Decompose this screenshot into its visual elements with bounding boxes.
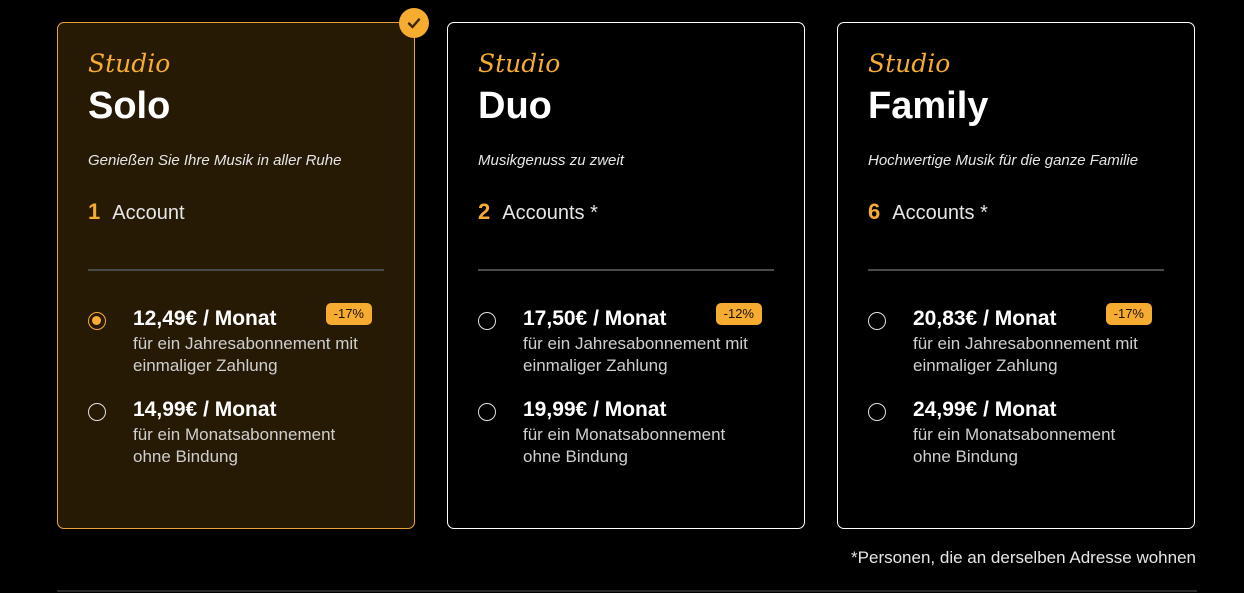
price-option-yearly[interactable]: 20,83€ / Monat für ein Jahresabonnement …: [868, 303, 1164, 386]
option-price: 24,99€ / Monat: [913, 398, 1057, 421]
account-label: Accounts *: [502, 202, 598, 224]
option-description: für ein Monatsabonnement ohne Bindung: [913, 425, 1116, 466]
plan-brand: Studio: [868, 49, 951, 78]
plan-card-family[interactable]: Studio Family Hochwertige Musik für die …: [837, 22, 1195, 529]
plan-accounts: 1 Account: [88, 199, 185, 224]
plan-brand: Studio: [88, 49, 171, 78]
plan-name: Family: [868, 85, 989, 127]
price-option-monthly[interactable]: 19,99€ / Monat für ein Monatsabonnement …: [478, 397, 774, 477]
bottom-divider: [57, 590, 1197, 592]
price-option-monthly[interactable]: 14,99€ / Monat für ein Monatsabonnement …: [88, 397, 384, 477]
discount-badge: -17%: [1105, 303, 1152, 325]
plan-tagline: Genießen Sie Ihre Musik in aller Ruhe: [88, 152, 342, 169]
divider: [478, 269, 774, 271]
price-option-yearly[interactable]: 12,49€ / Monat für ein Jahresabonnement …: [88, 303, 384, 386]
option-description: für ein Jahresabonnement mit einmaliger …: [523, 334, 748, 375]
option-price: 17,50€ / Monat: [523, 307, 667, 330]
discount-badge: -12%: [715, 303, 762, 325]
plan-tagline: Musikgenuss zu zweit: [478, 152, 624, 169]
option-price: 20,83€ / Monat: [913, 307, 1057, 330]
plan-accounts: 6 Accounts *: [868, 199, 988, 224]
discount-badge: -17%: [325, 303, 372, 325]
price-option-yearly[interactable]: 17,50€ / Monat für ein Jahresabonnement …: [478, 303, 774, 386]
option-description: für ein Jahresabonnement mit einmaliger …: [913, 334, 1138, 375]
option-price: 14,99€ / Monat: [133, 398, 277, 421]
footnote: *Personen, die an derselben Adresse wohn…: [851, 548, 1196, 567]
divider: [868, 269, 1164, 271]
radio-button[interactable]: [868, 403, 886, 421]
radio-button[interactable]: [478, 312, 496, 330]
plan-card-duo[interactable]: Studio Duo Musikgenuss zu zweit 2 Account…: [447, 22, 805, 529]
divider: [88, 269, 384, 271]
plan-brand: Studio: [478, 49, 561, 78]
radio-button[interactable]: [88, 312, 106, 330]
option-description: für ein Jahresabonnement mit einmaliger …: [133, 334, 358, 375]
selected-check-icon: [399, 8, 429, 38]
plan-accounts: 2 Accounts *: [478, 199, 598, 224]
option-description: für ein Monatsabonnement ohne Bindung: [133, 425, 336, 466]
radio-button[interactable]: [478, 403, 496, 421]
account-count: 6: [868, 199, 881, 224]
account-label: Accounts *: [892, 202, 988, 224]
plan-tagline: Hochwertige Musik für die ganze Familie: [868, 152, 1139, 169]
option-price: 19,99€ / Monat: [523, 398, 667, 421]
radio-button[interactable]: [868, 312, 886, 330]
account-count: 2: [478, 199, 491, 224]
plan-name: Solo: [88, 85, 171, 127]
option-price: 12,49€ / Monat: [133, 307, 277, 330]
radio-button[interactable]: [88, 403, 106, 421]
plan-name: Duo: [478, 85, 552, 127]
plan-cards: Studio Solo Genießen Sie Ihre Musik in a…: [57, 8, 1197, 531]
option-description: für ein Monatsabonnement ohne Bindung: [523, 425, 726, 466]
account-count: 1: [88, 199, 101, 224]
price-option-monthly[interactable]: 24,99€ / Monat für ein Monatsabonnement …: [868, 397, 1164, 477]
plan-card-solo[interactable]: Studio Solo Genießen Sie Ihre Musik in a…: [57, 8, 429, 529]
account-label: Account: [112, 202, 185, 224]
